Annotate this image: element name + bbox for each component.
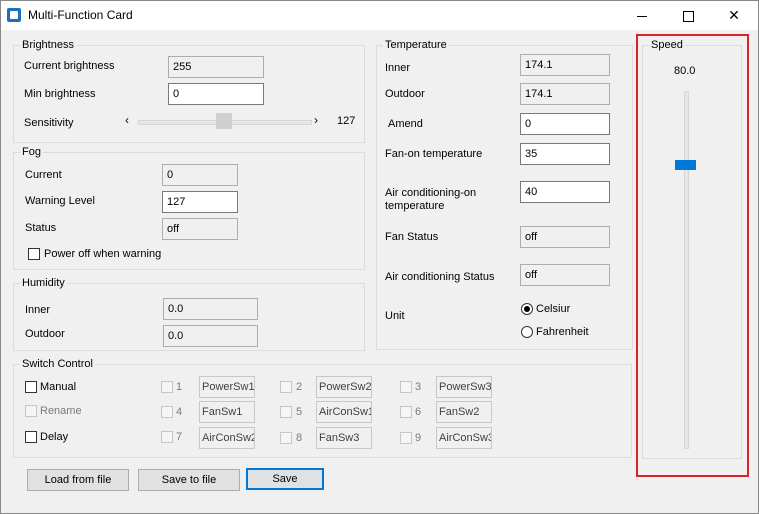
humidity-inner-label: Inner: [25, 304, 51, 316]
delay-label: Delay: [40, 431, 69, 443]
close-button[interactable]: ✕: [711, 1, 757, 30]
switch-6-number: 6: [415, 406, 422, 418]
temp-outdoor-label: Outdoor: [385, 88, 425, 100]
switch-9-name: AirConSw3: [436, 427, 492, 449]
maximize-button[interactable]: [665, 1, 711, 30]
load-from-file-button[interactable]: Load from file: [27, 469, 129, 491]
fog-current-field: 0: [162, 164, 238, 186]
unit-celsius-label: Celsiur: [536, 303, 571, 315]
fan-status-field: off: [520, 226, 610, 248]
speed-value: 80.0: [674, 65, 696, 77]
switch-3-checkbox: [400, 381, 412, 393]
temp-inner-label: Inner: [385, 62, 411, 74]
speed-group: Speed: [642, 39, 742, 459]
switch-7-name: AirConSw2: [199, 427, 255, 449]
temp-amend-label: Amend: [388, 118, 423, 130]
sensitivity-left-arrow-icon[interactable]: ‹: [125, 113, 129, 127]
switch-4-name: FanSw1: [199, 401, 255, 423]
switch-2-checkbox: [280, 381, 292, 393]
delay-checkbox[interactable]: [25, 431, 37, 443]
humidity-outdoor-label: Outdoor: [25, 328, 65, 340]
current-brightness-label: Current brightness: [24, 60, 115, 72]
fog-status-label: Status: [25, 222, 57, 234]
power-off-when-warning-label: Power off when warning: [44, 248, 162, 260]
switch-9-number: 9: [415, 432, 422, 444]
fan-on-temperature-label: Fan-on temperature: [385, 148, 483, 160]
switch-3-number: 3: [415, 381, 422, 393]
minimize-button[interactable]: [619, 1, 665, 30]
speed-slider-track[interactable]: [684, 91, 689, 449]
rename-label: Rename: [40, 405, 82, 417]
switch-8-checkbox: [280, 432, 292, 444]
save-to-file-button[interactable]: Save to file: [138, 469, 240, 491]
unit-fahrenheit-radio[interactable]: [521, 326, 533, 338]
ac-on-temperature-input[interactable]: 40: [520, 181, 610, 203]
switch-1-number: 1: [176, 381, 183, 393]
switch-5-name: AirConSw1: [316, 401, 372, 423]
min-brightness-label: Min brightness: [24, 88, 96, 100]
switch-7-number: 7: [176, 431, 183, 443]
power-off-when-warning-checkbox[interactable]: [28, 248, 40, 260]
switch-3-name: PowerSw3: [436, 376, 492, 398]
current-brightness-field: 255: [168, 56, 264, 78]
switch-6-name: FanSw2: [436, 401, 492, 423]
switch-6-checkbox: [400, 406, 412, 418]
switch-1-checkbox: [161, 381, 173, 393]
switch-4-checkbox: [161, 406, 173, 418]
fan-on-temperature-input[interactable]: 35: [520, 143, 610, 165]
speed-slider-thumb[interactable]: [675, 160, 696, 171]
minimize-icon: [637, 15, 647, 17]
speed-legend: Speed: [649, 39, 685, 51]
brightness-legend: Brightness: [20, 39, 76, 51]
maximize-icon: [682, 10, 694, 22]
fan-status-label: Fan Status: [385, 231, 439, 243]
humidity-outdoor-field: 0.0: [163, 325, 258, 347]
temp-amend-input[interactable]: 0: [520, 113, 610, 135]
ac-status-field: off: [520, 264, 610, 286]
fog-warning-label: Warning Level: [25, 195, 95, 207]
sensitivity-right-arrow-icon[interactable]: ›: [314, 113, 318, 127]
save-button[interactable]: Save: [246, 468, 324, 490]
switch-5-number: 5: [296, 406, 303, 418]
temp-inner-field: 174.1: [520, 54, 610, 76]
ac-on-temperature-label: Air conditioning-on temperature: [385, 187, 477, 212]
switch-2-number: 2: [296, 381, 303, 393]
switch-8-name: FanSw3: [316, 427, 372, 449]
title-bar[interactable]: Multi-Function Card ✕: [1, 1, 758, 30]
fog-status-field: off: [162, 218, 238, 240]
manual-checkbox[interactable]: [25, 381, 37, 393]
switch-2-name: PowerSw2: [316, 376, 372, 398]
rename-checkbox: [25, 405, 37, 417]
temperature-legend: Temperature: [383, 39, 449, 51]
manual-label: Manual: [40, 381, 77, 393]
humidity-legend: Humidity: [20, 277, 67, 289]
sensitivity-slider-thumb[interactable]: [215, 113, 232, 129]
switch-9-checkbox: [400, 432, 412, 444]
switch-8-number: 8: [296, 432, 303, 444]
close-icon: ✕: [728, 7, 740, 23]
temp-outdoor-field: 174.1: [520, 83, 610, 105]
switch-4-number: 4: [176, 406, 183, 418]
window-title: Multi-Function Card: [28, 8, 133, 22]
switch-1-name: PowerSw1: [199, 376, 255, 398]
sensitivity-value: 127: [337, 115, 356, 127]
switch-control-legend: Switch Control: [20, 358, 95, 370]
fog-current-label: Current: [25, 169, 62, 181]
sensitivity-label: Sensitivity: [24, 117, 74, 129]
fog-warning-input[interactable]: 127: [162, 191, 238, 213]
unit-label: Unit: [385, 310, 405, 322]
multi-function-card-window: Multi-Function Card ✕ Brightness Current…: [0, 0, 759, 514]
unit-fahrenheit-label: Fahrenheit: [536, 326, 589, 338]
unit-celsius-radio[interactable]: [521, 303, 533, 315]
fog-legend: Fog: [20, 146, 43, 158]
humidity-inner-field: 0.0: [163, 298, 258, 320]
app-icon: [7, 8, 21, 22]
switch-7-checkbox: [161, 431, 173, 443]
ac-status-label: Air conditioning Status: [385, 271, 495, 283]
switch-5-checkbox: [280, 406, 292, 418]
min-brightness-input[interactable]: 0: [168, 83, 264, 105]
